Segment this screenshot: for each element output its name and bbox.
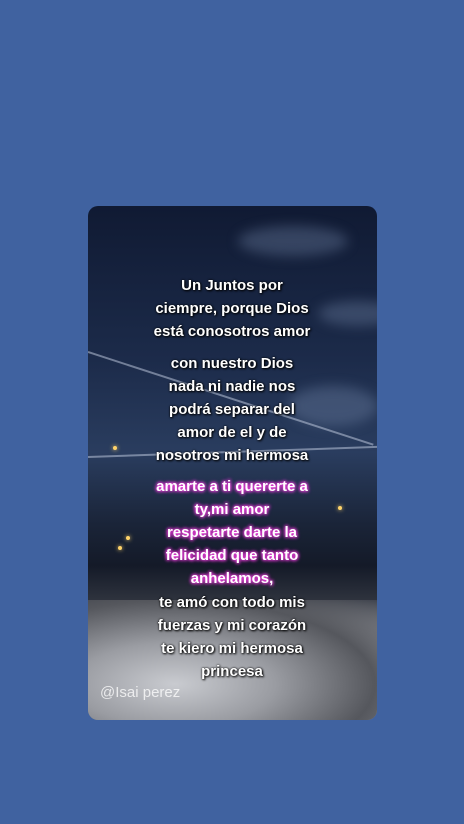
message-text-highlight: amarte a ti quererte a ty,mi amor respet… [156,478,308,587]
author-watermark: @Isai perez [100,684,181,701]
message-text-4: te amó con todo mis fuerzas y mi corazón… [157,594,307,680]
message-text-2: con nuestro Dios nada ni nadie nos podrá… [155,355,309,464]
cloud [238,226,348,256]
message-text-1: Un Juntos por ciempre, porque Dios está … [153,277,311,340]
